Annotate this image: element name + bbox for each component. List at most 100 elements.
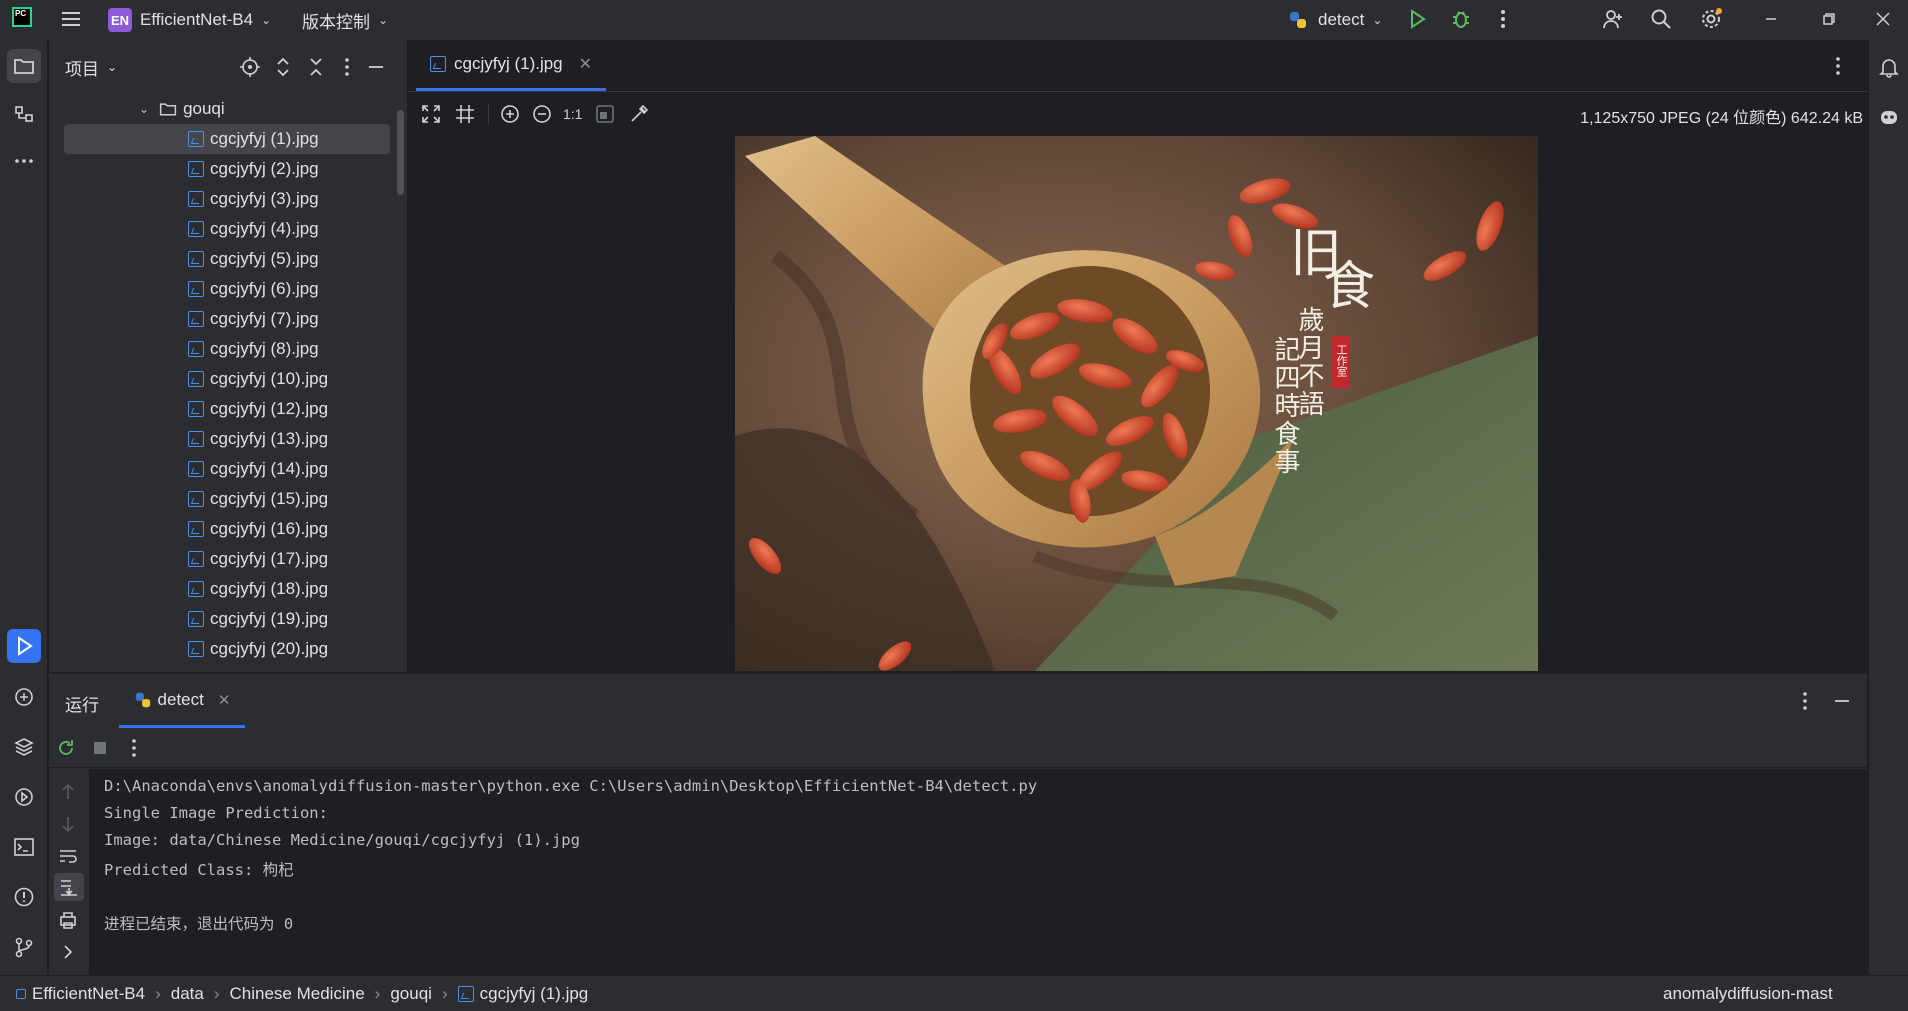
breadcrumb-item[interactable]: gouqi [390, 984, 432, 1004]
run-more-button[interactable] [123, 737, 145, 759]
eyedropper-icon [631, 104, 649, 122]
breadcrumb-item[interactable]: cgcjyfyj (1).jpg [480, 984, 589, 1004]
scroll-up-button[interactable] [57, 781, 79, 803]
tree-file-item[interactable]: cgcjyfyj (5).jpg [64, 244, 390, 274]
close-icon[interactable]: ✕ [218, 691, 231, 709]
search-button[interactable] [1650, 8, 1672, 30]
tree-folder-gouqi[interactable]: ⌄ gouqi [139, 94, 225, 124]
grid-toggle-button[interactable] [454, 103, 476, 125]
debug-button[interactable] [1450, 8, 1472, 30]
minimize-button[interactable] [1760, 8, 1782, 30]
zoom-in-button[interactable] [499, 103, 521, 125]
project-scrollbar[interactable] [397, 110, 404, 195]
rerun-button[interactable] [55, 737, 77, 759]
interpreter-status[interactable]: anomalydiffusion-mast [1663, 984, 1833, 1004]
grid-icon [456, 105, 474, 123]
notifications-button[interactable] [1872, 50, 1906, 84]
ai-assistant-button[interactable] [1872, 100, 1906, 134]
collapse-all-button[interactable] [305, 56, 327, 78]
print-button[interactable] [57, 909, 79, 931]
add-user-button[interactable] [1602, 8, 1624, 30]
problems-tool-button[interactable] [7, 880, 41, 914]
chevron-down-icon[interactable]: ⌄ [107, 60, 117, 74]
hide-run-panel-button[interactable] [1831, 690, 1853, 712]
locate-file-button[interactable] [239, 56, 261, 78]
tree-file-item[interactable]: cgcjyfyj (8).jpg [64, 334, 390, 364]
tree-file-item[interactable]: cgcjyfyj (4).jpg [64, 214, 390, 244]
project-panel-title[interactable]: 项目 [65, 55, 99, 80]
tree-file-label: cgcjyfyj (2).jpg [210, 159, 319, 178]
breadcrumb-separator: › [155, 983, 161, 1003]
tree-file-item[interactable]: cgcjyfyj (19).jpg [64, 604, 390, 634]
breadcrumb-item[interactable]: data [171, 984, 204, 1004]
collapse-all-icon [310, 58, 322, 76]
project-options-button[interactable] [336, 56, 358, 78]
app-logo[interactable]: PC [12, 7, 32, 27]
console-line: Single Image Prediction: [104, 804, 328, 822]
structure-tool-button[interactable] [7, 98, 41, 132]
tree-file-item[interactable]: cgcjyfyj (1).jpg [64, 124, 390, 154]
run-tab-detect[interactable]: detect ✕ [119, 674, 245, 728]
tree-file-item[interactable]: cgcjyfyj (7).jpg [64, 304, 390, 334]
python-packages-tool-button[interactable] [7, 730, 41, 764]
terminal-tool-button[interactable] [7, 830, 41, 864]
run-config-selector[interactable]: detect ⌄ [1288, 5, 1382, 35]
tree-file-item[interactable]: cgcjyfyj (3).jpg [64, 184, 390, 214]
scroll-down-button[interactable] [57, 813, 79, 835]
vcs-menu[interactable]: 版本控制 ⌄ [302, 5, 388, 35]
tree-file-item[interactable]: cgcjyfyj (2).jpg [64, 154, 390, 184]
zoom-out-button[interactable] [531, 103, 553, 125]
breadcrumb-item[interactable]: Chinese Medicine [230, 984, 365, 1004]
background-toggle-button[interactable] [594, 103, 616, 125]
expand-all-button[interactable] [272, 56, 294, 78]
project-tool-button[interactable] [7, 49, 41, 83]
tree-file-item[interactable]: cgcjyfyj (16).jpg [64, 514, 390, 544]
image-file-icon [188, 551, 204, 567]
breadcrumb-item[interactable]: EfficientNet-B4 [32, 984, 145, 1004]
tree-file-item[interactable]: cgcjyfyj (6).jpg [64, 274, 390, 304]
tree-file-item[interactable]: cgcjyfyj (10).jpg [64, 364, 390, 394]
run-tool-button[interactable] [7, 629, 41, 663]
close-icon [1876, 12, 1890, 26]
close-icon[interactable]: ✕ [579, 54, 592, 74]
project-switcher[interactable]: EN EfficientNet-B4 ⌄ [108, 5, 271, 35]
tree-file-item[interactable]: cgcjyfyj (14).jpg [64, 454, 390, 484]
main-menu-button[interactable] [60, 8, 82, 30]
tree-file-item[interactable]: cgcjyfyj (12).jpg [64, 394, 390, 424]
tab-image-file[interactable]: cgcjyfyj (1).jpg ✕ [416, 39, 607, 91]
fit-zoom-button[interactable] [420, 103, 442, 125]
soft-wrap-button[interactable] [57, 845, 79, 867]
image-file-icon [457, 985, 474, 1002]
tree-file-label: cgcjyfyj (4).jpg [210, 219, 319, 238]
more-tools-button[interactable] [7, 144, 41, 178]
settings-button[interactable] [1700, 8, 1722, 30]
run-panel-title: 运行 [65, 696, 99, 715]
scroll-to-end-button[interactable] [54, 873, 84, 901]
image-file-icon [188, 431, 204, 447]
hide-panel-button[interactable] [365, 56, 387, 78]
close-window-button[interactable] [1872, 8, 1894, 30]
color-picker-button[interactable] [628, 103, 650, 125]
run-button[interactable] [1406, 8, 1428, 30]
actual-size-button[interactable]: 1:1 [563, 106, 582, 122]
wrap-icon [60, 850, 77, 863]
image-file-icon [188, 611, 204, 627]
python-console-tool-button[interactable] [7, 680, 41, 714]
tree-file-item[interactable]: cgcjyfyj (18).jpg [64, 574, 390, 604]
image-file-icon [188, 281, 204, 297]
services-tool-button[interactable] [7, 780, 41, 814]
image-file-icon [188, 161, 204, 177]
run-panel-options[interactable] [1794, 690, 1816, 712]
zoom-in-icon [501, 105, 519, 123]
git-tool-button[interactable] [7, 930, 41, 964]
console-output[interactable]: D:\Anaconda\envs\anomalydiffusion-master… [49, 769, 1867, 976]
editor-tabs-options[interactable] [1827, 55, 1849, 77]
tree-file-item[interactable]: cgcjyfyj (15).jpg [64, 484, 390, 514]
expand-gutter-button[interactable] [57, 941, 79, 963]
tree-file-item[interactable]: cgcjyfyj (17).jpg [64, 544, 390, 574]
stop-button[interactable] [89, 737, 111, 759]
more-actions-button[interactable] [1492, 8, 1514, 30]
tree-file-item[interactable]: cgcjyfyj (13).jpg [64, 424, 390, 454]
tree-file-item[interactable]: cgcjyfyj (20).jpg [64, 634, 390, 664]
restore-button[interactable] [1818, 8, 1840, 30]
